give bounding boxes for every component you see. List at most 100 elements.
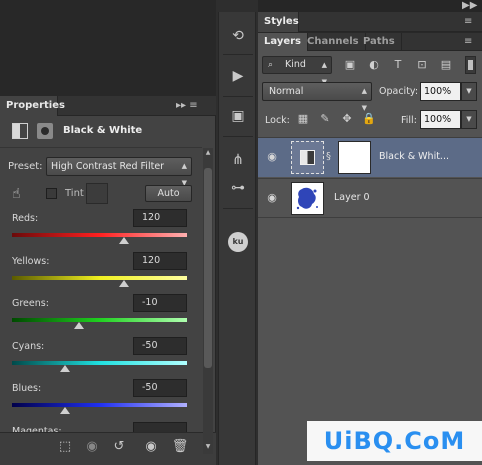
auto-button[interactable]: Auto [145,185,192,202]
clip-to-layer-icon[interactable]: ⬚ [56,439,74,455]
opacity-input[interactable]: 100% [420,82,461,101]
toolbar-divider [223,96,253,97]
ku-plugin-button[interactable]: ku [228,232,248,252]
styles-tabbar: Styles ≡ [258,12,482,32]
ink-splash-image [296,187,318,210]
scroll-down-icon[interactable]: ▼ [203,442,213,452]
slider-label: Yellows: [12,255,50,267]
smart-object-filter-icon[interactable]: ▤ [439,58,453,72]
slider-label: Blues: [12,383,42,394]
brush-presets-icon[interactable]: ⋔ [228,150,248,170]
kind-label: Kind [285,59,306,70]
layer-image-thumbnail[interactable] [291,182,324,215]
tool-presets-icon[interactable]: ⊶ [228,178,248,198]
play-icon[interactable]: ▶ [228,66,248,86]
fill-input[interactable]: 100% [420,110,461,129]
collapse-right-icon[interactable]: ▶▶ [462,1,477,11]
tint-label: Tint [65,188,84,199]
history-brush-icon[interactable]: ⟲ [228,26,248,46]
targeted-adjustment-hand-icon[interactable]: ☝ [12,186,28,202]
properties-scrollbar[interactable]: ▲ ▼ [203,148,213,454]
watermark-logo: UiBQ.CoM [307,421,482,461]
tab-channels[interactable]: Channels [301,33,366,51]
eye-icon[interactable]: ◉ [264,191,280,205]
shape-layer-filter-icon[interactable]: ⊡ [415,58,429,72]
scroll-thumb[interactable] [204,168,212,368]
layer-row[interactable]: ◉ Layer 0 [258,178,482,218]
blend-mode-dropdown[interactable]: Normal ▲ ▼ [262,82,372,112]
panel-dock-toolbar: ⟲ ▶ ▣ ⋔ ⊶ ku [218,12,256,465]
lock-label: Lock: [265,115,290,126]
slider-thumb[interactable] [73,322,84,329]
divider [0,147,202,148]
kind-filter-dropdown[interactable]: ⌕ Kind ▲▼ [262,56,332,86]
opacity-slider-toggle[interactable]: ▼ [461,82,477,101]
adjustment-layer-filter-icon[interactable]: ◐ [367,58,381,72]
eye-icon[interactable]: ◉ [264,150,280,164]
blend-mode-value: Normal [269,86,304,97]
slider-value-input[interactable]: 120 [133,209,187,227]
slider-thumb[interactable] [59,407,70,414]
slider-track[interactable] [12,403,187,407]
toolbar-divider [223,208,253,209]
search-icon: ⌕ [268,60,274,70]
layer-name[interactable]: Layer 0 [334,192,370,203]
slider-track[interactable] [12,233,187,237]
preset-dropdown[interactable]: High Contrast Red Filter ▲ ▼ [46,157,192,187]
panel-menu-icon[interactable]: ≡ [464,37,472,47]
slider-track[interactable] [12,275,187,280]
lock-all-icon[interactable]: 🔒 [362,112,376,126]
layers-panel: Layers Channels Paths ≡ ⌕ Kind ▲▼ ▣ ◐ T … [258,33,482,465]
lock-image-pixels-icon[interactable]: ✎ [318,112,332,126]
preset-label: Preset: [8,161,43,172]
panel-menu-icon[interactable]: ▸▸ ≡ [176,101,198,111]
tab-properties[interactable]: Properties [0,96,65,116]
slider-value-input[interactable]: 120 [133,251,187,270]
layer-mask-icon[interactable] [37,123,53,139]
filter-toggle-switch[interactable] [465,56,476,74]
fill-slider-toggle[interactable]: ▼ [461,110,477,129]
trash-icon[interactable]: 🗑 [171,439,189,455]
slider-thumb[interactable] [59,364,70,372]
slider-label: Reds: [12,213,39,224]
properties-tabbar: Properties ▸▸ ≡ [0,96,216,116]
link-icon[interactable]: § [326,150,334,164]
type-layer-filter-icon[interactable]: T [391,58,405,72]
layer-name[interactable]: Black & Whit... [379,151,449,162]
black-white-adjustment-icon[interactable] [12,123,28,139]
pixel-layer-filter-icon[interactable]: ▣ [343,58,357,72]
black-white-adjustment-icon [300,150,315,165]
toolbar-divider [223,54,253,55]
adjustments-icon[interactable]: ▣ [228,106,248,126]
preset-value: High Contrast Red Filter [51,161,165,172]
lock-position-icon[interactable]: ✥ [340,112,354,126]
tab-paths[interactable]: Paths [357,33,402,51]
layer-row[interactable]: ◉ § Black & Whit... [258,137,482,177]
slider-thumb[interactable] [119,279,129,287]
slider-label: Greens: [12,298,49,309]
reset-icon[interactable]: ↺ [110,439,128,455]
adjustment-thumbnail[interactable] [291,141,324,174]
visibility-icon[interactable]: ◉ [142,439,160,455]
layers-body: ⌕ Kind ▲▼ ▣ ◐ T ⊡ ▤ Normal ▲▼ Opacity: 1… [258,51,482,465]
slider-value-input[interactable]: -10 [133,294,187,312]
lock-transparent-pixels-icon[interactable]: ▦ [296,112,310,126]
tint-checkbox[interactable] [46,188,57,199]
view-previous-icon[interactable]: ◉ [83,439,101,455]
tab-styles[interactable]: Styles [258,12,299,32]
slider-value-input[interactable]: -50 [133,379,187,397]
toolbar-divider [223,136,253,137]
layers-tabbar: Layers Channels Paths ≡ [258,33,482,51]
scroll-up-icon[interactable]: ▲ [203,148,213,158]
tint-color-swatch[interactable] [86,183,108,204]
properties-panel: Properties ▸▸ ≡ Black & White Preset: Hi… [0,96,216,465]
panel-menu-icon[interactable]: ≡ [464,17,472,27]
slider-track[interactable] [12,318,187,322]
layer-mask-thumbnail[interactable] [338,141,371,174]
opacity-label: Opacity: [379,86,419,97]
slider-track[interactable] [12,360,187,365]
adjustment-title: Black & White [63,125,143,136]
fill-label: Fill: [401,115,417,126]
slider-value-input[interactable]: -50 [133,336,187,355]
slider-thumb[interactable] [119,237,129,244]
